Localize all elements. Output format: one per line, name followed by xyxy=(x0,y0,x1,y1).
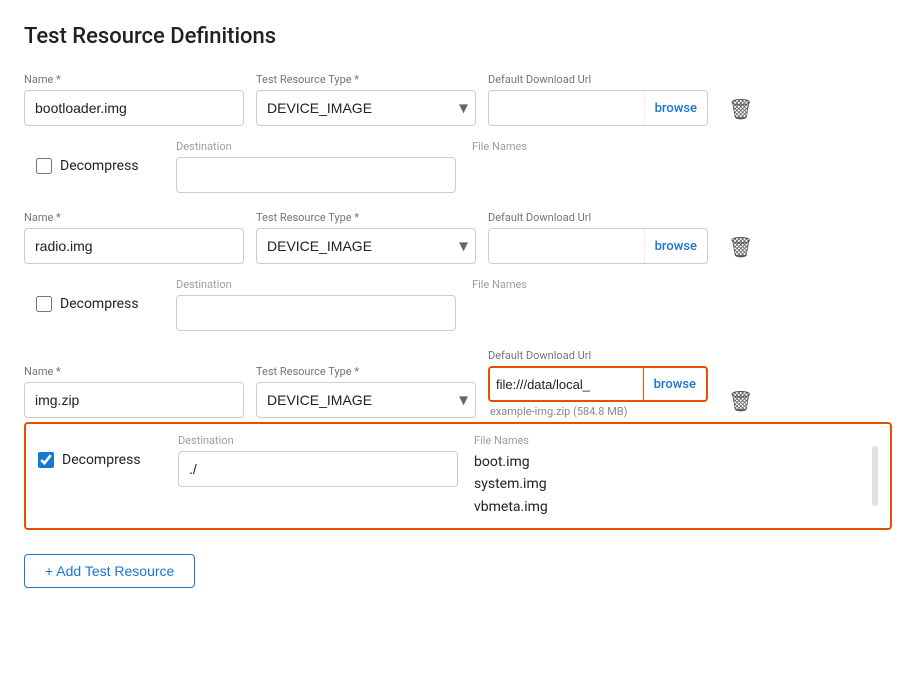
destination-label-2: Destination xyxy=(176,278,456,291)
resource-block-1: Name * Test Resource Type * DEVICE_IMAGEAP… xyxy=(24,73,892,203)
file-hint-3: example-img.zip (584.8 MB) xyxy=(488,405,708,418)
decompress-row-2: Decompress Destination File Names xyxy=(24,268,892,341)
url-wrapper-2: browse xyxy=(488,228,708,264)
destination-group-3: Destination xyxy=(178,434,458,487)
resources-container: Name * Test Resource Type * DEVICE_IMAGEAP… xyxy=(24,73,892,530)
decompress-label-1: Decompress xyxy=(60,158,139,174)
decompress-checkbox-2[interactable] xyxy=(36,296,52,312)
url-label-2: Default Download Url xyxy=(488,211,708,224)
destination-label-1: Destination xyxy=(176,140,456,153)
url-field-group-1: Default Download Url browse xyxy=(488,73,708,126)
page-title: Test Resource Definitions xyxy=(24,24,892,49)
file-names-list-3: boot.imgsystem.imgvbmeta.img xyxy=(474,451,864,518)
list-item: boot.img xyxy=(474,451,864,473)
file-names-label-2: File Names xyxy=(472,278,880,291)
url-wrapper-1: browse xyxy=(488,90,708,126)
file-names-group-3: File Names boot.imgsystem.imgvbmeta.img xyxy=(474,434,864,518)
file-names-label-1: File Names xyxy=(472,140,880,153)
decompress-checkbox-3[interactable] xyxy=(38,452,54,468)
decompress-left-2: Decompress xyxy=(36,278,176,312)
url-input-2[interactable] xyxy=(489,229,644,263)
resource-main-row-3: Name * Test Resource Type * DEVICE_IMAGEAP… xyxy=(24,349,892,418)
delete-button-1[interactable]: 🗑 xyxy=(724,93,757,126)
name-label-1: Name * xyxy=(24,73,244,86)
url-label-3: Default Download Url xyxy=(488,349,708,362)
name-input-1[interactable] xyxy=(24,90,244,126)
decompress-row-3: Decompress Destination File Names boot.imgs… xyxy=(24,422,892,530)
browse-button-1[interactable]: browse xyxy=(644,91,707,125)
decompress-checkbox-1[interactable] xyxy=(36,158,52,174)
file-names-group-2: File Names xyxy=(472,278,880,295)
resource-main-row-1: Name * Test Resource Type * DEVICE_IMAGEAP… xyxy=(24,73,892,126)
destination-group-2: Destination xyxy=(176,278,456,331)
url-field-group-2: Default Download Url browse xyxy=(488,211,708,264)
name-field-group-2: Name * xyxy=(24,211,244,264)
type-field-group-3: Test Resource Type * DEVICE_IMAGEAPKCONFI… xyxy=(256,365,476,418)
resource-main-row-2: Name * Test Resource Type * DEVICE_IMAGEAP… xyxy=(24,211,892,264)
resource-block-3: Name * Test Resource Type * DEVICE_IMAGEAP… xyxy=(24,349,892,530)
url-wrapper-3: browse xyxy=(488,366,708,402)
url-label-1: Default Download Url xyxy=(488,73,708,86)
type-label-1: Test Resource Type * xyxy=(256,73,476,86)
list-item: vbmeta.img xyxy=(474,496,864,518)
type-select-2[interactable]: DEVICE_IMAGEAPKCONFIG xyxy=(256,228,476,264)
url-input-1[interactable] xyxy=(489,91,644,125)
name-field-group-3: Name * xyxy=(24,365,244,418)
url-field-group-3: Default Download Url browse example-img.zi… xyxy=(488,349,708,418)
destination-input-2[interactable] xyxy=(176,295,456,331)
browse-button-3[interactable]: browse xyxy=(643,368,706,400)
destination-label-3: Destination xyxy=(178,434,458,447)
type-label-2: Test Resource Type * xyxy=(256,211,476,224)
destination-input-1[interactable] xyxy=(176,157,456,193)
destination-input-3[interactable] xyxy=(178,451,458,487)
name-input-2[interactable] xyxy=(24,228,244,264)
name-label-3: Name * xyxy=(24,365,244,378)
type-select-3[interactable]: DEVICE_IMAGEAPKCONFIG xyxy=(256,382,476,418)
type-select-1[interactable]: DEVICE_IMAGEAPKCONFIG xyxy=(256,90,476,126)
destination-group-1: Destination xyxy=(176,140,456,193)
scroll-indicator-3 xyxy=(872,446,878,506)
decompress-label-3: Decompress xyxy=(62,452,141,468)
type-field-group-1: Test Resource Type * DEVICE_IMAGEAPKCONFI… xyxy=(256,73,476,126)
name-input-3[interactable] xyxy=(24,382,244,418)
list-item: system.img xyxy=(474,473,864,495)
delete-button-3[interactable]: 🗑 xyxy=(724,385,757,418)
decompress-left-1: Decompress xyxy=(36,140,176,174)
type-field-group-2: Test Resource Type * DEVICE_IMAGEAPKCONFI… xyxy=(256,211,476,264)
file-names-group-1: File Names xyxy=(472,140,880,157)
decompress-label-2: Decompress xyxy=(60,296,139,312)
resource-block-2: Name * Test Resource Type * DEVICE_IMAGEAP… xyxy=(24,211,892,341)
file-names-label-3: File Names xyxy=(474,434,864,447)
name-field-group-1: Name * xyxy=(24,73,244,126)
url-input-3[interactable] xyxy=(490,368,643,400)
browse-button-2[interactable]: browse xyxy=(644,229,707,263)
delete-button-2[interactable]: 🗑 xyxy=(724,231,757,264)
type-label-3: Test Resource Type * xyxy=(256,365,476,378)
add-test-resource-button[interactable]: + Add Test Resource xyxy=(24,554,195,588)
name-label-2: Name * xyxy=(24,211,244,224)
decompress-left-3: Decompress xyxy=(38,434,178,468)
decompress-row-1: Decompress Destination File Names xyxy=(24,130,892,203)
